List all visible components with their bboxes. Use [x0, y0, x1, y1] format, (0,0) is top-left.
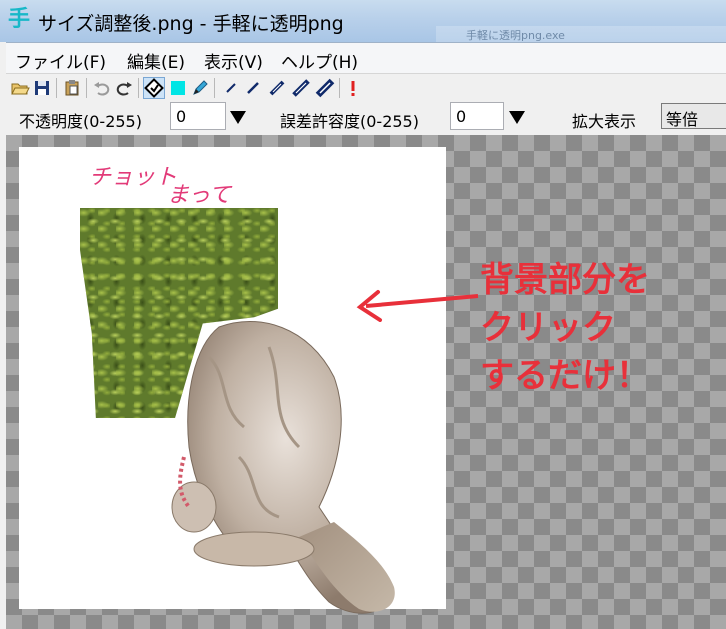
- line-thin-2-icon[interactable]: [243, 78, 263, 98]
- menu-view[interactable]: 表示(V): [204, 48, 263, 73]
- toolbar: [6, 73, 726, 103]
- menu-file[interactable]: ファイル(F): [15, 48, 106, 73]
- line-medium-icon[interactable]: [267, 78, 287, 98]
- app-window: 手 サイズ調整後.png - 手軽に透明png 手軽に透明png.exe ファイ…: [0, 0, 726, 629]
- opacity-label: 不透明度(0-255): [19, 112, 142, 131]
- opacity-dropdown-arrow-icon[interactable]: [230, 111, 246, 124]
- background-window-label: 手軽に透明png.exe: [466, 29, 565, 42]
- line-thickest-icon[interactable]: [315, 78, 335, 98]
- annotation-line: 背景部分を: [480, 260, 650, 300]
- pen-icon[interactable]: [190, 78, 210, 98]
- tolerance-label: 誤差許容度(0-255): [280, 112, 419, 131]
- cyan-color-icon[interactable]: [168, 78, 188, 98]
- zoom-select[interactable]: 等倍: [661, 103, 726, 129]
- instruction-annotation: 背景部分を クリック するだけ！: [480, 256, 650, 400]
- annotation-line: するだけ！: [480, 356, 650, 396]
- toolbar-separator: [56, 78, 57, 98]
- annotation-line: クリック: [480, 308, 616, 348]
- undo-icon[interactable]: [92, 78, 112, 98]
- app-icon: 手: [7, 7, 30, 32]
- image-canvas[interactable]: チョット まって 背景部分を クリック するだけ！: [6, 135, 726, 629]
- toolbar-separator: [86, 78, 87, 98]
- paste-icon[interactable]: [62, 78, 82, 98]
- image-area[interactable]: チョット まって: [19, 147, 446, 614]
- handwritten-text-1: チョット: [89, 165, 178, 190]
- fill-transparent-icon[interactable]: [143, 77, 165, 99]
- redo-icon[interactable]: [114, 78, 134, 98]
- arrow-icon: [356, 290, 479, 322]
- dog-photo-region: [171, 320, 395, 614]
- background-window-ghost: 手軽に透明png.exe: [436, 26, 726, 42]
- controls-row: 不透明度(0-255) 誤差許容度(0-255) 拡大表示 等倍: [6, 101, 726, 135]
- zoom-label: 拡大表示: [572, 112, 637, 131]
- toolbar-separator: [138, 78, 139, 98]
- menu-help[interactable]: ヘルプ(H): [281, 48, 358, 73]
- menu-edit[interactable]: 編集(E): [127, 48, 185, 73]
- window-title: サイズ調整後.png - 手軽に透明png: [38, 13, 344, 35]
- alert-icon[interactable]: [343, 78, 363, 98]
- title-bar[interactable]: 手 サイズ調整後.png - 手軽に透明png 手軽に透明png.exe: [0, 0, 726, 42]
- save-icon[interactable]: [32, 78, 52, 98]
- line-thick-icon[interactable]: [291, 78, 311, 98]
- opacity-input[interactable]: [170, 102, 226, 130]
- line-thin-1-icon[interactable]: [221, 78, 241, 98]
- menu-bar: ファイル(F) 編集(E) 表示(V) ヘルプ(H): [6, 42, 726, 73]
- handwritten-text-2: まって: [167, 183, 232, 208]
- toolbar-separator: [339, 78, 340, 98]
- tolerance-dropdown-arrow-icon[interactable]: [509, 111, 525, 124]
- toolbar-separator: [214, 78, 215, 98]
- open-folder-icon[interactable]: [10, 78, 30, 98]
- tolerance-input[interactable]: [450, 102, 504, 130]
